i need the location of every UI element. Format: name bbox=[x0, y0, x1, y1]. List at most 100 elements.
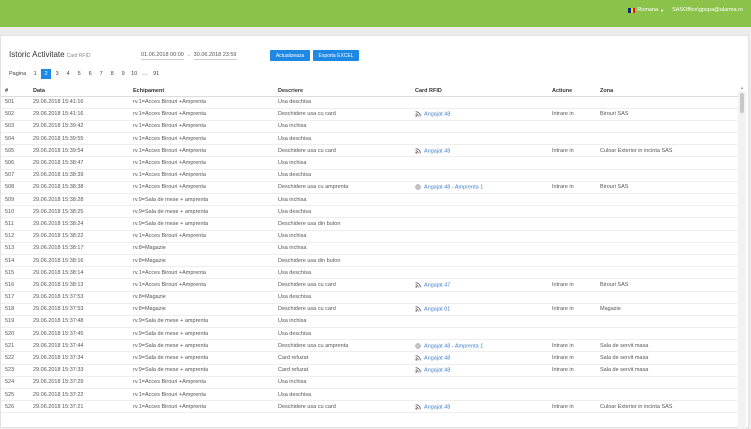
rfid-card-link[interactable]: Angajat 48 bbox=[424, 404, 450, 410]
page-link[interactable]: 3 bbox=[52, 69, 62, 79]
page-link[interactable]: 10 bbox=[129, 69, 139, 79]
page-link[interactable]: 5 bbox=[74, 69, 84, 79]
rfid-card-cell bbox=[411, 315, 548, 329]
table-row[interactable]: 505 29.06.2018 15:39:54 rv.1=Acces Birouri… bbox=[1, 144, 738, 158]
rfid-card-link[interactable]: Angajat 48 bbox=[424, 355, 450, 361]
table-row[interactable]: 501 29.06.2018 15:41:16 rv.1=Acces Birouri… bbox=[1, 96, 738, 109]
row-date: 29.06.2018 15:38:28 bbox=[29, 193, 129, 207]
row-equipment: rv.1=Acces Birouri +Amprenta bbox=[129, 108, 274, 121]
export-excel-button[interactable]: Exporta EXCEL bbox=[313, 50, 359, 61]
table-row[interactable]: 508 29.06.2018 15:38:38 rv.1=Acces Birouri… bbox=[1, 181, 738, 195]
row-zone bbox=[596, 120, 738, 134]
rfid-card-cell[interactable]: Angajat 48 bbox=[411, 108, 548, 121]
page-title-text: Istoric Activitate bbox=[9, 50, 65, 59]
rfid-card-cell[interactable]: Angajat 48 - Amprenta 1 bbox=[411, 181, 548, 195]
page-link[interactable]: 91 bbox=[151, 69, 161, 79]
scroll-up-icon[interactable]: ▲ bbox=[740, 85, 744, 90]
rfid-card-cell[interactable]: Angajat 48 bbox=[411, 364, 548, 377]
date-to-input[interactable]: 30.06.2018 23:59 bbox=[193, 51, 237, 60]
row-equipment: rv.9=Sala de mese + amprenta bbox=[129, 217, 274, 231]
table-row[interactable]: 506 29.06.2018 15:38:47 rv.1=Acces Birouri… bbox=[1, 156, 738, 170]
rfid-card-cell[interactable]: Angajat 48 bbox=[411, 351, 548, 365]
page-link[interactable]: 2 bbox=[41, 69, 52, 79]
table-row[interactable]: 522 29.06.2018 15:37:34 rv.9=Sala de mese … bbox=[1, 351, 738, 365]
activity-table: # Data Echipament Descriere Card RFID Actiune… bbox=[1, 86, 738, 414]
row-description: Deschidere usa din buton bbox=[274, 254, 411, 268]
page-link[interactable]: 6 bbox=[85, 69, 95, 79]
page-link[interactable]: 7 bbox=[96, 69, 106, 79]
page-link[interactable]: 8 bbox=[107, 69, 117, 79]
rfid-card-link[interactable]: Angajat 01 bbox=[424, 307, 450, 313]
row-equipment: rv.1=Acces Birouri +Amprenta bbox=[129, 388, 274, 402]
fingerprint-icon bbox=[415, 342, 421, 349]
language-selector[interactable]: Romana ▼ bbox=[628, 7, 664, 13]
rfid-card-link[interactable]: Angajat 48 - Amprenta 1 bbox=[424, 343, 483, 349]
row-index: 511 bbox=[1, 217, 29, 231]
row-date: 29.06.2018 15:38:47 bbox=[29, 156, 129, 170]
table-row[interactable]: 514 29.06.2018 15:38:16 rv.8=Magazie Deschi… bbox=[1, 254, 738, 268]
rfid-card-link[interactable]: Angajat 48 bbox=[424, 112, 450, 118]
page-link[interactable]: 4 bbox=[63, 69, 73, 79]
row-date: 29.06.2018 15:41:16 bbox=[29, 108, 129, 121]
table-header-row: # Data Echipament Descriere Card RFID Actiune… bbox=[1, 86, 738, 97]
row-index: 512 bbox=[1, 230, 29, 243]
table-row[interactable]: 518 29.06.2018 15:37:53 rv.8=Magazie Deschi… bbox=[1, 303, 738, 316]
row-action bbox=[548, 327, 596, 341]
table-row[interactable]: 512 29.06.2018 15:38:22 rv.1=Acces Birouri… bbox=[1, 230, 738, 243]
romania-flag-icon bbox=[628, 7, 636, 13]
row-action bbox=[548, 388, 596, 402]
rfid-card-cell[interactable]: Angajat 48 - Amprenta 1 bbox=[411, 339, 548, 353]
table-row[interactable]: 502 29.06.2018 15:41:16 rv.1=Acces Birouri… bbox=[1, 108, 738, 121]
row-date: 29.06.2018 15:38:13 bbox=[29, 278, 129, 292]
row-equipment: rv.1=Acces Birouri +Amprenta bbox=[129, 132, 274, 146]
rfid-card-link[interactable]: Angajat 47 bbox=[424, 282, 450, 288]
rfid-card-cell[interactable]: Angajat 47 bbox=[411, 278, 548, 292]
table-row[interactable]: 507 29.06.2018 15:38:39 rv.1=Acces Birouri… bbox=[1, 169, 738, 182]
date-from-input[interactable]: 01.06.2018 00:00 bbox=[141, 51, 184, 60]
page-link[interactable]: 1 bbox=[30, 69, 40, 79]
table-row[interactable]: 525 29.06.2018 15:37:22 rv.1=Acces Birouri… bbox=[1, 388, 738, 402]
main-panel: Istoric Activitate Card RFID 01.06.2018 0… bbox=[0, 35, 749, 429]
row-zone bbox=[596, 242, 738, 255]
table-row[interactable]: 526 29.06.2018 15:37:21 rv.1=Acces Birouri… bbox=[1, 400, 738, 414]
page-link: ... bbox=[142, 71, 148, 77]
row-description: Usa inchisa bbox=[274, 315, 411, 329]
table-row[interactable]: 517 29.06.2018 15:37:53 rv.8=Magazie Usa de… bbox=[1, 291, 738, 304]
table-row[interactable]: 519 29.06.2018 15:37:48 rv.9=Sala de mese … bbox=[1, 315, 738, 329]
scrollbar-thumb[interactable] bbox=[740, 93, 744, 113]
table-row[interactable]: 504 29.06.2018 15:39:55 rv.1=Acces Birouri… bbox=[1, 132, 738, 146]
row-index: 521 bbox=[1, 339, 29, 353]
row-action bbox=[548, 254, 596, 268]
row-action bbox=[548, 205, 596, 219]
table-row[interactable]: 524 29.06.2018 15:37:29 rv.1=Acces Birouri… bbox=[1, 376, 738, 390]
row-description: Deschidere usa cu card bbox=[274, 144, 411, 158]
table-row[interactable]: 520 29.06.2018 15:37:45 rv.9=Sala de mese … bbox=[1, 327, 738, 341]
table-row[interactable]: 509 29.06.2018 15:38:28 rv.9=Sala de mese … bbox=[1, 193, 738, 207]
table-row[interactable]: 516 29.06.2018 15:38:13 rv.1=Acces Birouri… bbox=[1, 278, 738, 292]
table-row[interactable]: 515 29.06.2018 15:38:14 rv.1=Acces Birouri… bbox=[1, 266, 738, 280]
table-row[interactable]: 510 29.06.2018 15:38:25 rv.9=Sala de mese … bbox=[1, 205, 738, 219]
table-row[interactable]: 521 29.06.2018 15:37:44 rv.9=Sala de mese … bbox=[1, 339, 738, 353]
row-equipment: rv.1=Acces Birouri +Amprenta bbox=[129, 144, 274, 158]
rfid-card-link[interactable]: Angajat 48 - Amprenta 1 bbox=[424, 185, 483, 191]
row-date: 29.06.2018 15:38:17 bbox=[29, 242, 129, 255]
row-date: 29.06.2018 15:39:42 bbox=[29, 120, 129, 134]
table-row[interactable]: 511 29.06.2018 15:38:24 rv.9=Sala de mese … bbox=[1, 217, 738, 231]
rfid-card-cell[interactable]: Angajat 01 bbox=[411, 303, 548, 316]
rfid-card-link[interactable]: Angajat 48 bbox=[424, 367, 450, 373]
row-equipment: rv.8=Magazie bbox=[129, 291, 274, 304]
table-row[interactable]: 523 29.06.2018 15:37:33 rv.9=Sala de mese … bbox=[1, 364, 738, 377]
rfid-card-link[interactable]: Angajat 48 bbox=[424, 148, 450, 154]
refresh-button[interactable]: Actualizeaza bbox=[270, 50, 310, 61]
row-description: Usa deschisa bbox=[274, 205, 411, 219]
row-equipment: rv.8=Magazie bbox=[129, 242, 274, 255]
table-row[interactable]: 503 29.06.2018 15:39:42 rv.1=Acces Birouri… bbox=[1, 120, 738, 134]
table-row[interactable]: 513 29.06.2018 15:38:17 rv.8=Magazie Usa in… bbox=[1, 242, 738, 255]
table-scrollbar[interactable]: ▲ bbox=[738, 85, 746, 429]
row-date: 29.06.2018 15:38:16 bbox=[29, 254, 129, 268]
user-menu[interactable]: SASOffice\gpopa@alarma.ro bbox=[672, 7, 743, 13]
page-link[interactable]: 9 bbox=[118, 69, 128, 79]
rfid-card-cell[interactable]: Angajat 48 bbox=[411, 400, 548, 414]
row-zone: Birouri SAS bbox=[596, 181, 738, 195]
rfid-card-cell[interactable]: Angajat 48 bbox=[411, 144, 548, 158]
